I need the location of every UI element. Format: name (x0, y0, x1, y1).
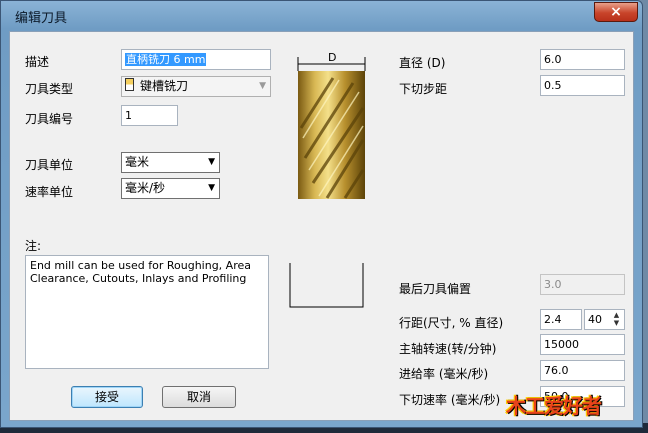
tool-units-value: 毫米 (125, 155, 150, 169)
spindle-speed-field[interactable]: 15000 (540, 334, 625, 355)
notes-label: 注: (25, 239, 42, 253)
description-label: 描述 (25, 55, 50, 69)
rate-units-value: 毫米/秒 (125, 181, 166, 195)
feed-rate-label: 进给率 (毫米/秒) (399, 367, 489, 381)
stepdown-field[interactable]: 0.5 (540, 75, 625, 96)
tool-number-field[interactable]: 1 (121, 105, 178, 126)
watermark-logo: 木工爱好者 (506, 394, 602, 418)
notes-textarea[interactable]: End mill can be used for Roughing, Area … (25, 255, 269, 369)
feed-rate-field[interactable]: 76.0 (540, 360, 625, 381)
dimension-d-label: D (328, 51, 337, 64)
stepover-percent-spinner[interactable]: 40 ▲ ▼ (584, 309, 625, 330)
chevron-down-icon: ▼ (208, 183, 215, 193)
stepdown-label: 下切步距 (399, 82, 448, 96)
accept-button[interactable]: 接受 (71, 386, 143, 408)
close-button[interactable]: × (594, 2, 638, 22)
tool-type-combo[interactable]: 键槽铣刀 ▼ (121, 76, 271, 97)
diameter-field[interactable]: 6.0 (540, 49, 625, 70)
stepover-label: 行距(尺寸, % 直径) (399, 316, 504, 330)
chevron-down-icon: ▼ (259, 81, 266, 91)
rate-units-combo[interactable]: 毫米/秒 ▼ (121, 178, 220, 199)
stepover-percent-value: 40 (588, 313, 602, 326)
tool-type-label: 刀具类型 (25, 82, 74, 96)
diameter-label: 直径 (D) (399, 56, 446, 70)
dialog-content: 描述 直柄铣刀 6 mm 刀具类型 键槽铣刀 ▼ 刀具编号 1 刀具单位 毫米 … (9, 31, 634, 421)
spindle-speed-label: 主轴转速(转/分钟) (399, 342, 497, 356)
tool-diagram (297, 57, 366, 199)
tool-units-combo[interactable]: 毫米 ▼ (121, 152, 220, 173)
end-mill-icon (125, 78, 134, 91)
title-bar[interactable]: 编辑刀具 × (1, 1, 642, 31)
stepover-field[interactable]: 2.4 (540, 309, 582, 330)
last-offset-field: 3.0 (540, 274, 625, 295)
window-title: 编辑刀具 (15, 11, 68, 26)
tool-units-label: 刀具单位 (25, 158, 74, 172)
last-offset-label: 最后刀具偏置 (399, 282, 472, 296)
cancel-button[interactable]: 取消 (162, 386, 236, 408)
spin-down-icon[interactable]: ▼ (610, 319, 623, 328)
chevron-down-icon: ▼ (208, 157, 215, 167)
tool-end-profile (289, 263, 364, 308)
description-field[interactable]: 直柄铣刀 6 mm (121, 49, 271, 70)
rate-units-label: 速率单位 (25, 185, 74, 199)
description-value: 直柄铣刀 6 mm (125, 53, 207, 66)
tool-number-label: 刀具编号 (25, 112, 74, 126)
plunge-rate-label: 下切速率 (毫米/秒) (399, 393, 501, 407)
edit-tool-dialog: 编辑刀具 × 描述 直柄铣刀 6 mm 刀具类型 键槽铣刀 ▼ 刀具编号 1 刀… (0, 0, 643, 428)
tool-type-value: 键槽铣刀 (140, 79, 189, 93)
